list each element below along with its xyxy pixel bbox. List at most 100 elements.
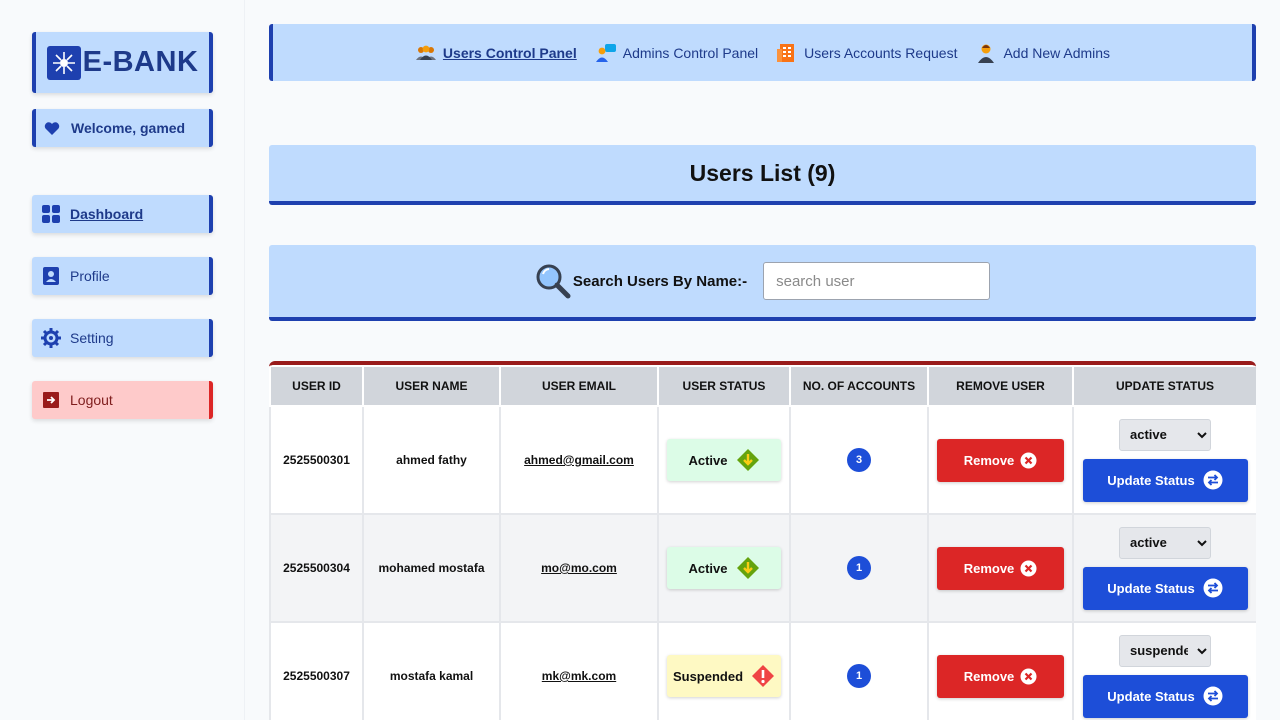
update-status-cell: active Update Status	[1072, 405, 1256, 515]
accounts-count-cell: 1	[789, 621, 929, 720]
accounts-count-cell: 1	[789, 513, 929, 623]
building-icon	[776, 42, 798, 64]
swap-arrows-icon	[1203, 470, 1223, 490]
sidebar-item-label: Setting	[70, 330, 114, 346]
accounts-count-badge: 3	[847, 448, 871, 472]
remove-user-button[interactable]: Remove	[937, 654, 1064, 698]
table-row: 2525500301 ahmed fathy ahmed@gmail.com A…	[269, 405, 1256, 515]
status-select[interactable]: active	[1119, 418, 1211, 451]
sidebar-item-label: Dashboard	[70, 206, 144, 222]
swap-arrows-icon	[1203, 686, 1223, 706]
user-id-cell: 2525500301	[269, 405, 364, 515]
status-badge: Active	[667, 547, 781, 589]
sidebar-item-label: Profile	[70, 268, 110, 284]
nav-add-new-admins[interactable]: Add New Admins	[975, 42, 1110, 64]
users-list-header: Users List (9)	[269, 145, 1256, 205]
swap-arrows-icon	[1203, 578, 1223, 598]
update-status-button[interactable]: Update Status	[1082, 458, 1248, 502]
person-icon	[975, 42, 997, 64]
sidebar: E-BANK Welcome, gamed Dashboard Profile …	[0, 0, 245, 720]
user-email-link[interactable]: ahmed@gmail.com	[524, 453, 634, 467]
update-button-label: Update Status	[1107, 688, 1195, 704]
user-id-cell: 2525500304	[269, 513, 364, 623]
user-status-cell: Suspended	[657, 621, 791, 720]
welcome-badge: Welcome, gamed	[32, 109, 213, 147]
update-status-cell: suspended Update Status	[1072, 621, 1256, 720]
remove-user-cell: Remove	[927, 405, 1074, 515]
status-label: Active	[688, 452, 728, 468]
remove-user-button[interactable]: Remove	[937, 546, 1064, 590]
user-id-cell: 2525500307	[269, 621, 364, 720]
users-icon	[415, 42, 437, 64]
users-table: USER ID USER NAME USER EMAIL USER STATUS…	[269, 361, 1256, 720]
remove-button-label: Remove	[963, 668, 1015, 684]
column-header: USER NAME	[362, 365, 501, 407]
sidebar-item-logout[interactable]: Logout	[32, 381, 213, 419]
user-email-cell: mo@mo.com	[499, 513, 659, 623]
close-circle-icon	[1020, 560, 1037, 577]
grid-icon	[41, 204, 61, 224]
user-email-link[interactable]: mk@mk.com	[542, 669, 616, 683]
close-circle-icon	[1020, 452, 1037, 469]
update-status-button[interactable]: Update Status	[1082, 674, 1248, 718]
admins-chat-icon	[595, 42, 617, 64]
remove-user-cell: Remove	[927, 621, 1074, 720]
search-panel: Search Users By Name:-	[269, 245, 1256, 321]
status-badge: Active	[667, 439, 781, 481]
remove-button-label: Remove	[963, 452, 1015, 468]
table-row: 2525500304 mohamed mostafa mo@mo.com Act…	[269, 513, 1256, 623]
search-icon	[535, 263, 571, 299]
user-email-cell: mk@mk.com	[499, 621, 659, 720]
status-select[interactable]: active	[1119, 526, 1211, 559]
top-navigation: Users Control Panel Admins Control Panel…	[269, 24, 1256, 81]
status-select[interactable]: suspended	[1119, 634, 1211, 667]
nav-users-control-panel[interactable]: Users Control Panel	[415, 42, 577, 64]
update-status-cell: active Update Status	[1072, 513, 1256, 623]
update-button-label: Update Status	[1107, 472, 1195, 488]
nav-label: Users Accounts Request	[804, 44, 958, 61]
table-row: 2525500307 mostafa kamal mk@mk.com Suspe…	[269, 621, 1256, 720]
brand-logo-box[interactable]: E-BANK	[32, 32, 213, 93]
status-label: Suspended	[672, 668, 744, 684]
nav-label: Admins Control Panel	[622, 44, 759, 61]
user-email-link[interactable]: mo@mo.com	[541, 561, 617, 575]
column-header: USER EMAIL	[499, 365, 659, 407]
column-header: NO. OF ACCOUNTS	[789, 365, 929, 407]
close-circle-icon	[1020, 668, 1037, 685]
accounts-count-badge: 1	[847, 556, 871, 580]
user-status-cell: Active	[657, 405, 791, 515]
status-label: Active	[688, 560, 728, 576]
user-status-cell: Active	[657, 513, 791, 623]
column-header: USER ID	[269, 365, 364, 407]
remove-button-label: Remove	[963, 560, 1015, 576]
update-button-label: Update Status	[1107, 580, 1195, 596]
user-name-cell: mostafa kamal	[362, 621, 501, 720]
sidebar-item-dashboard[interactable]: Dashboard	[32, 195, 213, 233]
sidebar-item-label: Logout	[70, 392, 113, 408]
column-header: USER STATUS	[657, 365, 791, 407]
welcome-text: Welcome, gamed	[71, 120, 186, 136]
search-input[interactable]	[763, 262, 991, 300]
gear-icon	[41, 328, 61, 348]
logout-icon	[41, 390, 61, 410]
sidebar-item-setting[interactable]: Setting	[32, 319, 213, 357]
accounts-count-badge: 1	[847, 664, 871, 688]
bank-logo-icon	[46, 45, 81, 80]
search-label: Search Users By Name:-	[572, 272, 748, 290]
user-name-cell: mohamed mostafa	[362, 513, 501, 623]
nav-label: Add New Admins	[1003, 44, 1111, 61]
green-diamond-arrow-icon	[736, 448, 760, 472]
remove-user-button[interactable]: Remove	[937, 438, 1064, 482]
page-title: Users List (9)	[689, 159, 836, 186]
update-status-button[interactable]: Update Status	[1082, 566, 1248, 610]
user-name-cell: ahmed fathy	[362, 405, 501, 515]
nav-admins-control-panel[interactable]: Admins Control Panel	[595, 42, 758, 64]
brand-name: E-BANK	[82, 46, 199, 78]
sidebar-item-profile[interactable]: Profile	[32, 257, 213, 295]
nav-users-accounts-request[interactable]: Users Accounts Request	[776, 42, 957, 64]
status-badge: Suspended	[667, 655, 781, 697]
column-header: UPDATE STATUS	[1072, 365, 1256, 407]
remove-user-cell: Remove	[927, 513, 1074, 623]
red-warning-diamond-icon	[751, 664, 775, 688]
green-diamond-arrow-icon	[736, 556, 760, 580]
